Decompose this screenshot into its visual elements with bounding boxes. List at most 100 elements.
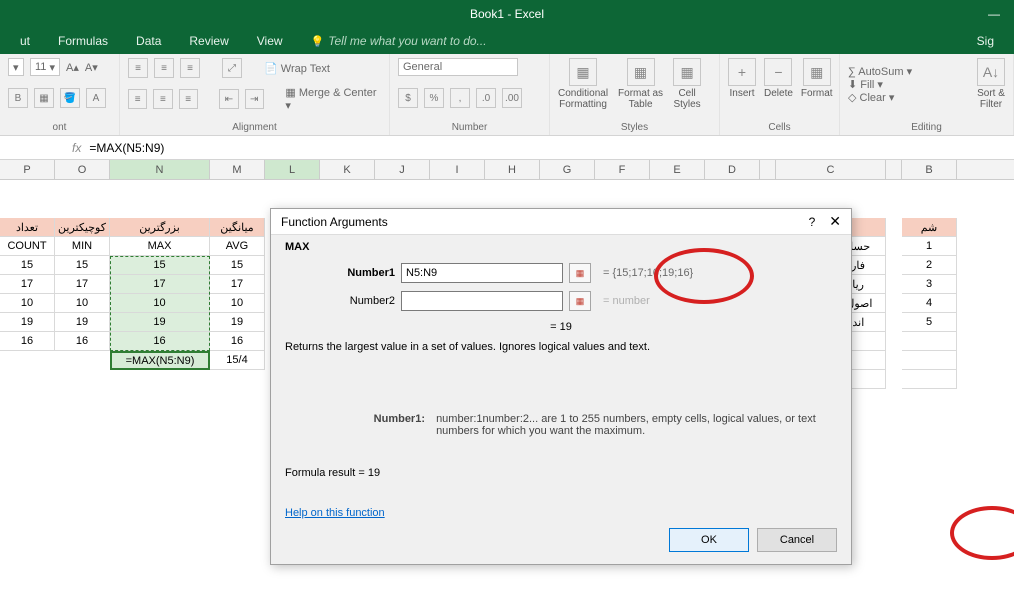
minimize-button[interactable]: — [974,0,1014,28]
cell[interactable]: 4 [902,294,957,313]
cell[interactable]: 10 [210,294,265,313]
column-header[interactable]: O [55,160,110,179]
cell[interactable]: 19 [0,313,55,332]
cell[interactable]: COUNT [0,237,55,256]
column-header[interactable]: L [265,160,320,179]
tab-view[interactable]: View [243,34,297,48]
column-header[interactable]: D [705,160,760,179]
column-header[interactable]: P [0,160,55,179]
column-header[interactable]: I [430,160,485,179]
font-size[interactable]: 11 ▾ [30,58,60,76]
align-top-icon[interactable]: ≡ [128,58,148,78]
shrink-font-icon[interactable]: A▾ [85,61,98,74]
cell[interactable]: 10 [0,294,55,313]
align-mid-icon[interactable]: ≡ [154,58,174,78]
cell[interactable]: 16 [55,332,110,351]
insert-cells-button[interactable]: +Insert [728,58,756,99]
cell[interactable]: 10 [55,294,110,313]
cancel-button[interactable]: Cancel [757,528,837,552]
cell[interactable] [902,370,957,389]
formula-input[interactable] [87,141,1010,155]
bold-button[interactable]: B [8,88,28,108]
dec-decimal-icon[interactable]: .00 [502,88,522,108]
dialog-help-icon[interactable]: ? [809,215,816,229]
fill-color-button[interactable]: 🪣 [60,88,80,108]
tab-formulas[interactable]: Formulas [44,34,122,48]
dialog-close-icon[interactable]: ✕ [829,213,841,230]
wrap-text-button[interactable]: 📄 Wrap Text [264,62,330,75]
cell[interactable]: MAX [110,237,210,256]
column-header[interactable]: B [902,160,957,179]
cell[interactable]: 19 [210,313,265,332]
merge-center-button[interactable]: ▦ Merge & Center ▾ [285,86,381,112]
comma-icon[interactable]: , [450,88,470,108]
cell[interactable]: میانگین [210,218,265,237]
help-link[interactable]: Help on this function [285,507,385,519]
inc-decimal-icon[interactable]: .0 [476,88,496,108]
currency-icon[interactable]: $ [398,88,418,108]
cell[interactable]: 2 [902,256,957,275]
tell-me-search[interactable]: Tell me what you want to do... [297,34,501,48]
clear-button[interactable]: ◇ Clear ▾ [848,91,912,104]
tab-data[interactable]: Data [122,34,175,48]
tab-review[interactable]: Review [175,34,242,48]
cell[interactable]: 15 [0,256,55,275]
cell[interactable]: MIN [55,237,110,256]
cell[interactable]: 5 [902,313,957,332]
cell[interactable]: 17 [55,275,110,294]
column-header[interactable]: F [595,160,650,179]
autosum-button[interactable]: ∑ AutoSum ▾ [848,65,912,78]
tab-layout[interactable]: ut [6,34,44,48]
grow-font-icon[interactable]: A▴ [66,61,79,74]
cell[interactable]: 17 [0,275,55,294]
cell[interactable]: 3 [902,275,957,294]
conditional-formatting-button[interactable]: ▦Conditional Formatting [558,58,608,110]
align-right-icon[interactable]: ≡ [179,89,198,109]
column-header[interactable] [886,160,902,179]
format-as-table-button[interactable]: ▦Format as Table [618,58,663,110]
cell[interactable]: تعداد [0,218,55,237]
cell[interactable]: 16 [210,332,265,351]
column-header[interactable]: J [375,160,430,179]
indent-dec-icon[interactable]: ⇤ [219,89,238,109]
delete-cells-button[interactable]: −Delete [764,58,793,99]
column-header[interactable]: N [110,160,210,179]
cell[interactable]: کوچیکترین [55,218,110,237]
align-left-icon[interactable]: ≡ [128,89,147,109]
cell[interactable]: 1 [902,237,957,256]
column-header[interactable]: E [650,160,705,179]
align-bot-icon[interactable]: ≡ [180,58,200,78]
fx-icon[interactable]: fx [72,141,81,155]
column-header[interactable]: M [210,160,265,179]
cell[interactable]: 15/4 [210,351,265,370]
cell[interactable]: بزرگترین [110,218,210,237]
cell[interactable]: 19 [55,313,110,332]
cell[interactable]: 16 [0,332,55,351]
arg2-input[interactable] [401,291,563,311]
cell-styles-button[interactable]: ▦Cell Styles [673,58,701,110]
arg2-collapse-icon[interactable]: ▦ [569,291,591,311]
sign-in[interactable]: Sig [963,34,1008,48]
percent-icon[interactable]: % [424,88,444,108]
arg1-input[interactable] [401,263,563,283]
cell[interactable]: 15 [210,256,265,275]
border-button[interactable]: ▦ [34,88,54,108]
column-header[interactable]: C [776,160,886,179]
cell[interactable]: 17 [210,275,265,294]
cell[interactable]: شم [902,218,957,237]
format-cells-button[interactable]: ▦Format [801,58,833,99]
indent-inc-icon[interactable]: ⇥ [245,89,264,109]
column-header[interactable]: K [320,160,375,179]
arg1-collapse-icon[interactable]: ▦ [569,263,591,283]
font-color-button[interactable]: A [86,88,106,108]
fill-button[interactable]: ⬇ Fill ▾ [848,78,912,91]
sort-filter-button[interactable]: A↓Sort & Filter [977,58,1005,110]
number-format-select[interactable]: General [398,58,518,76]
column-header[interactable]: G [540,160,595,179]
column-header[interactable] [760,160,776,179]
orientation-icon[interactable]: ⤢ [222,58,242,78]
align-center-icon[interactable]: ≡ [153,89,172,109]
cell[interactable] [902,332,957,351]
ok-button[interactable]: OK [669,528,749,552]
font-picker[interactable]: ▾ [8,58,24,76]
